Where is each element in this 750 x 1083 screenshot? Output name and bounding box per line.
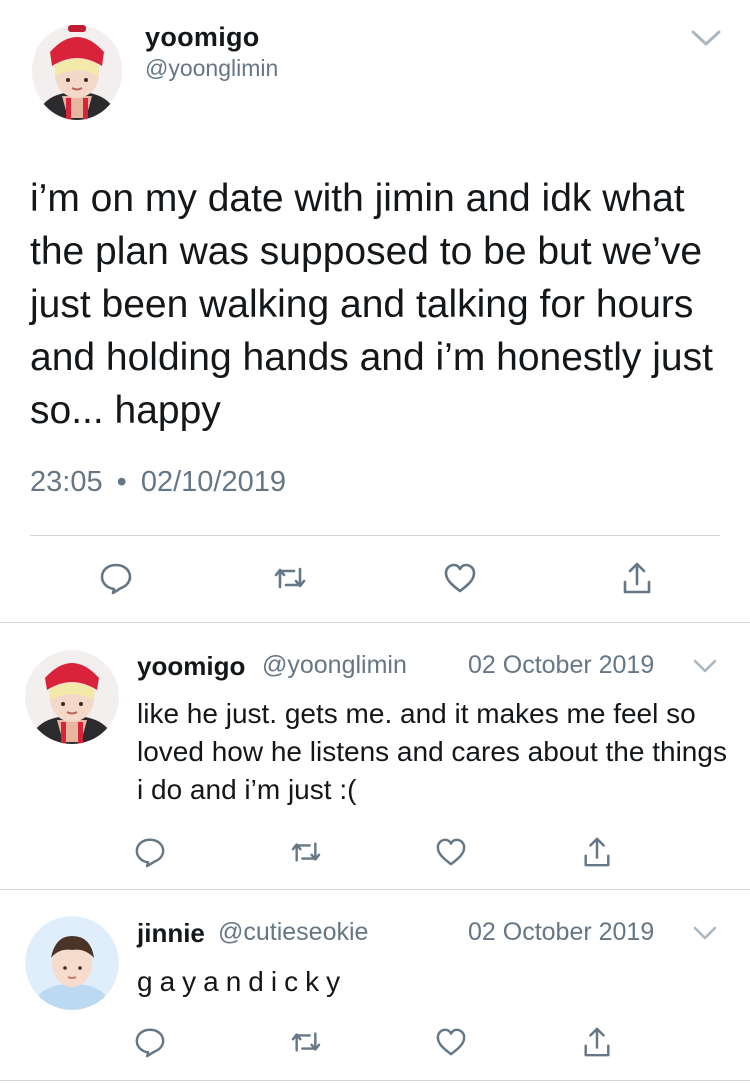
tweet-date: 02 October 2019 bbox=[468, 918, 655, 946]
share-icon[interactable] bbox=[575, 830, 619, 874]
divider bbox=[0, 622, 750, 623]
tweet-time: 23:05 bbox=[30, 466, 103, 498]
divider bbox=[30, 535, 720, 536]
main-tweet: yoomigo @yoonglimin i’m on my date with … bbox=[0, 0, 750, 622]
tweet-timestamp: 23:05 • 02/10/2019 bbox=[30, 466, 286, 499]
tweet-text: i’m on my date with jimin and idk what t… bbox=[30, 177, 713, 432]
tweet-date: 02/10/2019 bbox=[140, 466, 287, 498]
tweet-date: 02 October 2019 bbox=[468, 651, 655, 679]
display-name[interactable]: yoomigo bbox=[137, 651, 245, 682]
tweet-text: gayandicky bbox=[137, 966, 348, 997]
avatar[interactable] bbox=[32, 22, 122, 120]
chevron-down-icon[interactable] bbox=[692, 658, 718, 674]
share-icon[interactable] bbox=[575, 1020, 619, 1064]
avatar[interactable] bbox=[25, 650, 119, 744]
like-icon[interactable] bbox=[438, 556, 482, 600]
divider bbox=[0, 889, 750, 890]
chevron-down-icon[interactable] bbox=[690, 28, 722, 48]
chevron-down-icon[interactable] bbox=[692, 925, 718, 941]
reply-icon[interactable] bbox=[128, 830, 172, 874]
display-name[interactable]: yoomigo bbox=[145, 22, 260, 53]
divider bbox=[0, 1080, 750, 1081]
display-name[interactable]: jinnie bbox=[137, 918, 205, 949]
like-icon[interactable] bbox=[429, 1020, 473, 1064]
retweet-icon[interactable] bbox=[284, 830, 328, 874]
tweet-text: like he just. gets me. and it makes me f… bbox=[137, 698, 727, 805]
user-handle[interactable]: @cutieseokie bbox=[218, 918, 368, 947]
reply-icon[interactable] bbox=[128, 1020, 172, 1064]
reply-icon[interactable] bbox=[94, 556, 138, 600]
meta-separator: • bbox=[116, 466, 127, 498]
retweet-icon[interactable] bbox=[268, 556, 312, 600]
retweet-icon[interactable] bbox=[284, 1020, 328, 1064]
user-handle[interactable]: @yoonglimin bbox=[262, 651, 407, 680]
user-handle[interactable]: @yoonglimin bbox=[145, 55, 278, 82]
like-icon[interactable] bbox=[429, 830, 473, 874]
share-icon[interactable] bbox=[615, 556, 659, 600]
avatar[interactable] bbox=[25, 916, 119, 1010]
